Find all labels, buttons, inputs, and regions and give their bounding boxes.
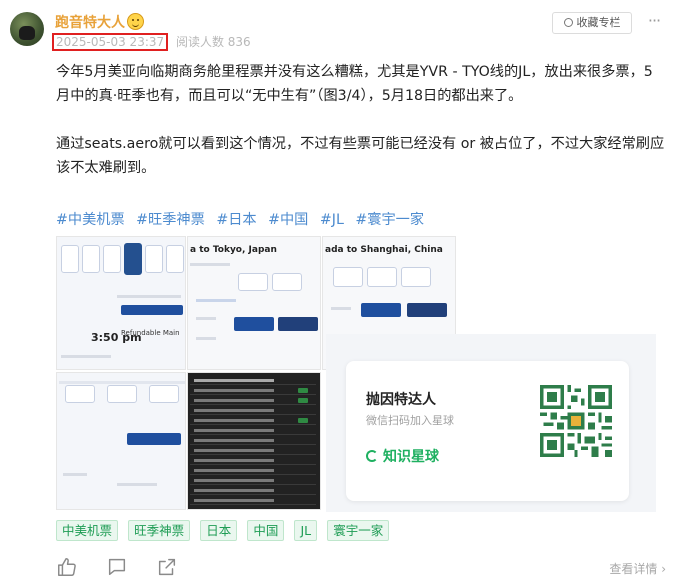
comment-icon[interactable] <box>106 556 128 578</box>
thumbs-up-icon[interactable] <box>56 556 78 578</box>
date-cell <box>149 385 179 403</box>
table-row <box>190 487 316 495</box>
hashtag[interactable]: #中国 <box>268 212 308 228</box>
post-date: 2025-05-03 23:37 <box>52 33 169 51</box>
author-name-text[interactable]: 跑音特大人 <box>55 15 125 31</box>
table-row <box>190 427 316 435</box>
filter-dropdown <box>196 299 236 302</box>
date-cell <box>82 245 100 273</box>
topic-tag[interactable]: 中国 <box>247 520 285 541</box>
date-cell <box>145 245 163 273</box>
view-detail-link[interactable]: 查看详情 › <box>609 560 666 577</box>
date-cell <box>272 273 302 291</box>
hashtag[interactable]: #日本 <box>216 212 256 228</box>
author-name[interactable]: 跑音特大人 <box>55 12 144 32</box>
divider <box>331 307 351 310</box>
avatar[interactable] <box>10 12 44 46</box>
collect-column-button[interactable]: 收藏专栏 <box>552 12 632 34</box>
table-header <box>190 377 316 385</box>
date-cell <box>333 267 363 287</box>
hashtag[interactable]: #中美机票 <box>56 212 125 228</box>
date-cell <box>367 267 397 287</box>
more-options-icon[interactable]: ··· <box>644 13 664 32</box>
promo-overlay: 抛因特达人 微信扫码加入星球 知识星球 <box>326 334 656 512</box>
planet-brand-text: 知识星球 <box>383 449 439 465</box>
screenshot-image-5[interactable] <box>187 372 321 510</box>
screenshot-image-2[interactable]: a to Tokyo, Japan <box>187 236 321 370</box>
fare-button <box>234 317 274 331</box>
fare-button <box>407 303 447 317</box>
date-cell <box>61 245 79 273</box>
post-header: 跑音特大人 2025-05-03 23:37 阅读人数 836 收藏专栏 ··· <box>10 10 670 54</box>
date-cell <box>238 273 268 291</box>
divider <box>196 337 216 340</box>
topic-tag[interactable]: 日本 <box>200 520 238 541</box>
table-row <box>190 437 316 445</box>
divider <box>190 263 230 266</box>
table-row <box>190 387 316 395</box>
divider <box>117 295 181 298</box>
post-body: 今年5月美亚向临期商务舱里程票并没有这么糟糕，尤其是YVR - TYO线的JL，… <box>56 60 666 204</box>
table-row <box>190 497 316 505</box>
divider <box>196 317 216 320</box>
hashtag[interactable]: #旺季神票 <box>136 212 205 228</box>
table-row <box>190 477 316 485</box>
divider <box>117 483 157 486</box>
image-grid: 3:50 pm Refundable Main a to Tokyo, Japa… <box>56 236 656 512</box>
table-row <box>190 447 316 455</box>
table-row <box>190 407 316 415</box>
table-row <box>190 417 316 425</box>
paragraph-2: 通过seats.aero就可以看到这个情况，不过有些票可能已经没有 or 被占位… <box>56 136 665 176</box>
topic-tag[interactable]: 寰宇一家 <box>327 520 390 541</box>
fare-button <box>278 317 318 331</box>
topic-tag[interactable]: JL <box>294 520 318 541</box>
qr-code-icon <box>540 385 612 457</box>
planet-subtitle: 微信扫码加入星球 <box>366 414 454 427</box>
collect-icon <box>563 18 573 27</box>
hashtag[interactable]: #JL <box>320 212 344 228</box>
divider <box>61 355 111 358</box>
date-cell <box>103 245 121 273</box>
date-cell <box>107 385 137 403</box>
divider <box>63 473 87 476</box>
divider <box>59 381 185 384</box>
date-cell-selected <box>124 243 142 275</box>
tag-list: 中美机票 旺季神票 日本 中国 JL 寰宇一家 <box>56 520 394 541</box>
screenshot-image-4[interactable] <box>56 372 186 510</box>
date-cell <box>401 267 431 287</box>
select-button <box>127 433 181 445</box>
knowledge-planet-card[interactable]: 抛因特达人 微信扫码加入星球 知识星球 <box>346 361 629 501</box>
post-meta: 2025-05-03 23:37 阅读人数 836 <box>52 33 251 51</box>
reader-count: 阅读人数 836 <box>175 35 251 49</box>
select-button <box>121 305 183 315</box>
hashtag-list: #中美机票 #旺季神票 #日本 #中国 #JL #寰宇一家 <box>56 209 431 229</box>
topic-tag[interactable]: 旺季神票 <box>128 520 191 541</box>
share-icon[interactable] <box>156 556 178 578</box>
knowledge-planet-icon <box>366 450 378 462</box>
route-title: a to Tokyo, Japan <box>190 245 277 255</box>
table-row <box>190 397 316 405</box>
fare-button <box>361 303 401 317</box>
planet-brand: 知识星球 <box>366 446 439 466</box>
table-row <box>190 457 316 465</box>
hashtag[interactable]: #寰宇一家 <box>355 212 424 228</box>
action-bar: 查看详情 › <box>56 556 666 580</box>
topic-tag[interactable]: 中美机票 <box>56 520 119 541</box>
planet-name: 抛因特达人 <box>366 392 436 408</box>
table-row <box>190 467 316 475</box>
date-cell <box>65 385 95 403</box>
smile-emoji-icon <box>127 13 144 30</box>
date-cell <box>166 245 184 273</box>
collect-column-label: 收藏专栏 <box>576 16 621 29</box>
route-title: ada to Shanghai, China <box>325 245 443 255</box>
fare-label: Refundable Main <box>121 329 180 337</box>
screenshot-image-1[interactable]: 3:50 pm Refundable Main <box>56 236 186 370</box>
paragraph-1: 今年5月美亚向临期商务舱里程票并没有这么糟糕，尤其是YVR - TYO线的JL，… <box>56 64 653 104</box>
